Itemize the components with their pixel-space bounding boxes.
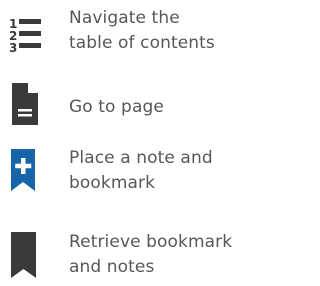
- legend-label-add-bookmark: Place a note and bookmark: [69, 148, 213, 193]
- legend-label-bookmark: Retrieve bookmark and notes: [69, 232, 233, 277]
- legend-item-add-bookmark: Place a note and bookmark: [0, 142, 255, 212]
- legend-item-toc: 1 2 3 Navigate the table of contents: [0, 0, 255, 70]
- add-bookmark-icon: [8, 149, 42, 191]
- legend-label-page: Go to page: [69, 97, 164, 117]
- svg-text:3: 3: [9, 41, 17, 52]
- page-icon: [8, 83, 42, 125]
- legend-item-bookmark: Retrieve bookmark and notes: [0, 222, 255, 286]
- numbered-list-icon: 1 2 3: [8, 12, 42, 52]
- legend-label-toc: Navigate the table of contents: [69, 8, 215, 53]
- legend-item-page: Go to page: [0, 78, 255, 134]
- icon-legend: 1 2 3 Navigate the table of contents Go …: [0, 0, 255, 286]
- bookmark-icon: [8, 232, 42, 278]
